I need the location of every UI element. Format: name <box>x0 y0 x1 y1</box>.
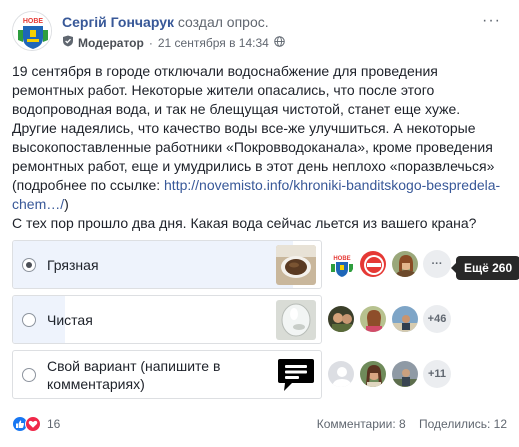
voter-avatar[interactable] <box>359 305 387 333</box>
comments-count[interactable]: Комментарии: 8 <box>317 417 406 431</box>
poll-option[interactable]: Чистая <box>12 295 322 344</box>
poll-radio[interactable] <box>22 313 36 327</box>
post-date[interactable]: 21 сентября в 14:34 <box>158 35 269 51</box>
post-header: НОВЕ Сергій Гончарук создал опрос. Модер… <box>12 11 507 55</box>
shield-icon <box>62 35 74 51</box>
post-action: создал опрос. <box>177 14 269 30</box>
poll-option-label: Грязная <box>47 257 99 273</box>
option-photo[interactable] <box>276 245 316 285</box>
voters-more[interactable]: +11 <box>423 360 451 388</box>
poll-option[interactable]: Свой вариант (напишите в комментариях) <box>12 350 322 399</box>
moderator-badge: Модератор <box>78 36 144 50</box>
post-body: 19 сентября в городе отключали водоснабж… <box>12 63 501 231</box>
voters-more[interactable]: +46 <box>423 305 451 333</box>
voter-avatar[interactable] <box>327 305 355 333</box>
voter-avatar[interactable] <box>327 360 355 388</box>
page-avatar[interactable]: НОВЕ <box>12 11 52 51</box>
voter-avatar[interactable] <box>391 250 419 278</box>
post-stats: Комментарии: 8 Поделились: 12 <box>317 417 507 431</box>
svg-text:НОВЕ: НОВЕ <box>333 256 350 262</box>
post-text: 19 сентября в городе отключали водоснабж… <box>12 63 495 193</box>
poll-option-label: Свой вариант (напишите в комментариях) <box>47 358 221 392</box>
voter-avatar[interactable] <box>359 360 387 388</box>
poll-radio[interactable] <box>22 258 36 272</box>
voter-avatar[interactable] <box>359 250 387 278</box>
voters-more[interactable]: ··· <box>423 250 451 278</box>
poll-question: С тех пор прошло два дня. Какая вода сей… <box>12 215 477 231</box>
heart-icon <box>25 416 41 432</box>
svg-text:НОВЕ: НОВЕ <box>23 18 44 25</box>
voters-tooltip: Ещё 260 <box>450 256 519 280</box>
poll-option[interactable]: Грязная <box>12 240 322 289</box>
more-icon[interactable]: ··· <box>482 13 501 29</box>
reactions-count[interactable]: 16 <box>47 417 60 431</box>
globe-icon <box>274 35 285 51</box>
poll-option-label: Чистая <box>47 312 93 328</box>
author-name[interactable]: Сергій Гончарук <box>62 14 174 30</box>
voter-avatar[interactable] <box>391 305 419 333</box>
post-footer: 16 Комментарии: 8 Поделились: 12 <box>12 416 507 434</box>
poll-radio[interactable] <box>22 368 36 382</box>
comment-icon[interactable] <box>276 355 316 395</box>
voter-avatar[interactable]: НОВЕ <box>327 250 355 278</box>
voter-avatar[interactable] <box>391 360 419 388</box>
shares-count[interactable]: Поделились: 12 <box>419 417 507 431</box>
option-photo[interactable] <box>276 300 316 340</box>
reactions-summary[interactable]: 16 <box>12 416 60 432</box>
